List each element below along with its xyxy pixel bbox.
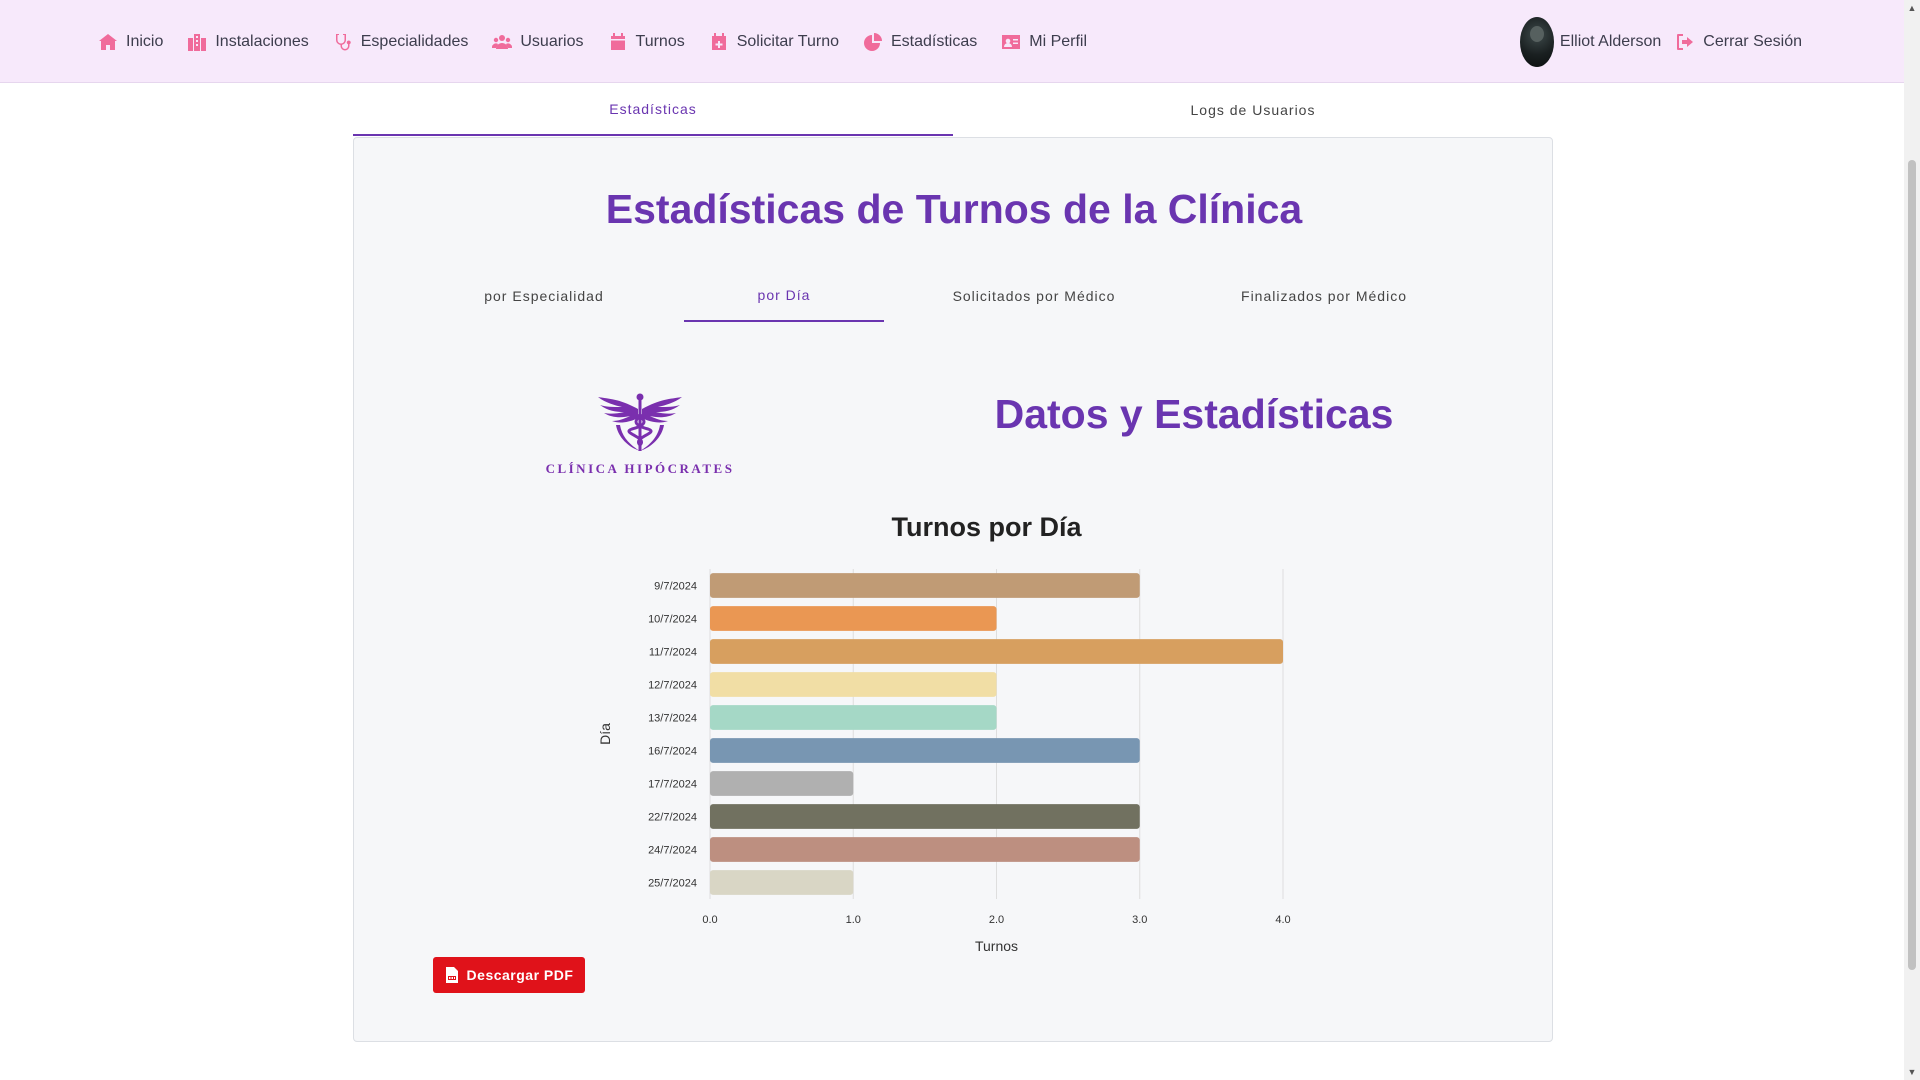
- scroll-up-arrow-icon[interactable]: ▲: [1907, 3, 1917, 13]
- chart-bar: [710, 573, 1140, 598]
- nav-item-label: Solicitar Turno: [736, 32, 839, 50]
- y-tick-label: 12/7/2024: [648, 680, 697, 692]
- download-pdf-button[interactable]: Descargar PDF: [433, 957, 585, 993]
- y-tick-label: 9/7/2024: [654, 581, 697, 593]
- nav-item-label: Estadísticas: [890, 32, 978, 50]
- scrollbar-thumb[interactable]: [1908, 160, 1916, 970]
- chart-bar: [710, 639, 1283, 664]
- user-profile[interactable]: Elliot Alderson: [1519, 16, 1662, 67]
- page-title: Estadísticas de Turnos de la Clínica: [605, 186, 1303, 232]
- y-axis-label: Día: [597, 723, 613, 745]
- y-tick-label: 13/7/2024: [648, 713, 697, 725]
- chart-bar: [710, 804, 1140, 829]
- id-card-icon: [1002, 34, 1021, 49]
- logout-icon: [1677, 33, 1694, 50]
- nav-item-usuarios[interactable]: Usuarios: [492, 32, 584, 52]
- x-axis-label: Turnos: [975, 938, 1018, 954]
- tab-finalizados-por-medico[interactable]: Finalizados por Médico: [1174, 270, 1474, 322]
- nav-menu: Inicio Instalaciones Especialidades Usua…: [98, 0, 1087, 83]
- statistics-card: Estadísticas de Turnos de la Clínica por…: [353, 137, 1553, 1042]
- top-navbar: Inicio Instalaciones Especialidades Usua…: [0, 0, 1904, 83]
- user-name: Elliot Alderson: [1559, 32, 1662, 50]
- tab-logs-usuarios[interactable]: Logs de Usuarios: [953, 84, 1553, 136]
- chart-bar: [710, 738, 1140, 763]
- download-pdf-label: Descargar PDF: [466, 967, 574, 983]
- chart-title: Turnos por Día: [891, 512, 1082, 542]
- page: Inicio Instalaciones Especialidades Usua…: [0, 0, 1920, 1080]
- clinic-logo: CLÍNICA HIPÓCRATES: [540, 391, 740, 481]
- nav-item-label: Turnos: [635, 32, 685, 50]
- nav-item-especialidades[interactable]: Especialidades: [333, 32, 469, 52]
- sub-tabs: por Especialidad por Día Solicitados por…: [434, 270, 1474, 322]
- chart-bar: [710, 837, 1140, 862]
- x-tick-label: 2.0: [989, 914, 1004, 926]
- nav-item-estadisticas[interactable]: Estadísticas: [863, 32, 977, 52]
- scrollbar[interactable]: ▲ ▼: [1904, 0, 1920, 1080]
- x-tick-label: 1.0: [846, 914, 861, 926]
- calendar-icon: [610, 32, 625, 50]
- y-tick-label: 10/7/2024: [648, 614, 697, 626]
- chart-bar: [710, 771, 854, 796]
- x-tick-label: 3.0: [1132, 914, 1147, 926]
- home-icon: [99, 33, 117, 50]
- avatar: [1519, 16, 1554, 67]
- nav-item-label: Mi Perfil: [1029, 32, 1088, 50]
- section-title: Datos y Estadísticas: [994, 391, 1394, 437]
- chart-bar: [710, 606, 997, 631]
- turnos-por-dia-chart: Turnos por Día 0.0 1.0 2.0 3.0 4.0 9/7/2024 10/…: [597, 512, 1291, 954]
- main-tabs: Estadísticas Logs de Usuarios: [353, 84, 1553, 136]
- logo-text: CLÍNICA HIPÓCRATES: [545, 461, 735, 476]
- y-tick-label: 25/7/2024: [648, 878, 697, 890]
- pie-chart-icon: [863, 32, 882, 51]
- tab-solicitados-por-medico[interactable]: Solicitados por Médico: [904, 270, 1164, 322]
- nav-item-inicio[interactable]: Inicio: [98, 32, 163, 52]
- chart-bar: [710, 672, 997, 697]
- x-tick-label: 0.0: [702, 914, 717, 926]
- x-tick-label: 4.0: [1275, 914, 1290, 926]
- nav-item-label: Especialidades: [360, 32, 469, 50]
- nav-item-solicitar-turno[interactable]: Solicitar Turno: [709, 32, 839, 52]
- tab-por-dia[interactable]: por Día: [684, 270, 884, 322]
- tab-estadisticas[interactable]: Estadísticas: [353, 84, 953, 136]
- chart-bar: [710, 705, 997, 730]
- chart-bar: [710, 870, 854, 895]
- stethoscope-icon: [335, 33, 351, 50]
- file-pdf-icon: [445, 967, 458, 983]
- tab-por-especialidad[interactable]: por Especialidad: [434, 270, 654, 322]
- caduceus-icon: [598, 393, 682, 451]
- nav-item-mi-perfil[interactable]: Mi Perfil: [1001, 32, 1087, 52]
- nav-user-area: Elliot Alderson Cerrar Sesión: [1519, 0, 1802, 83]
- logout-button[interactable]: Cerrar Sesión: [1675, 32, 1802, 52]
- y-tick-label: 11/7/2024: [649, 647, 697, 659]
- nav-item-label: Inicio: [126, 32, 164, 50]
- nav-item-label: Usuarios: [520, 32, 584, 50]
- y-tick-label: 17/7/2024: [648, 779, 697, 791]
- y-tick-label: 16/7/2024: [648, 746, 697, 758]
- scroll-down-arrow-icon[interactable]: ▼: [1907, 1067, 1917, 1077]
- calendar-plus-icon: [711, 32, 726, 50]
- users-icon: [492, 34, 513, 49]
- y-tick-label: 22/7/2024: [648, 812, 697, 824]
- logout-label: Cerrar Sesión: [1703, 32, 1802, 50]
- nav-item-label: Instalaciones: [215, 32, 309, 50]
- y-tick-label: 24/7/2024: [648, 845, 697, 857]
- building-icon: [188, 33, 207, 51]
- nav-item-turnos[interactable]: Turnos: [608, 32, 685, 52]
- nav-item-instalaciones[interactable]: Instalaciones: [187, 32, 309, 52]
